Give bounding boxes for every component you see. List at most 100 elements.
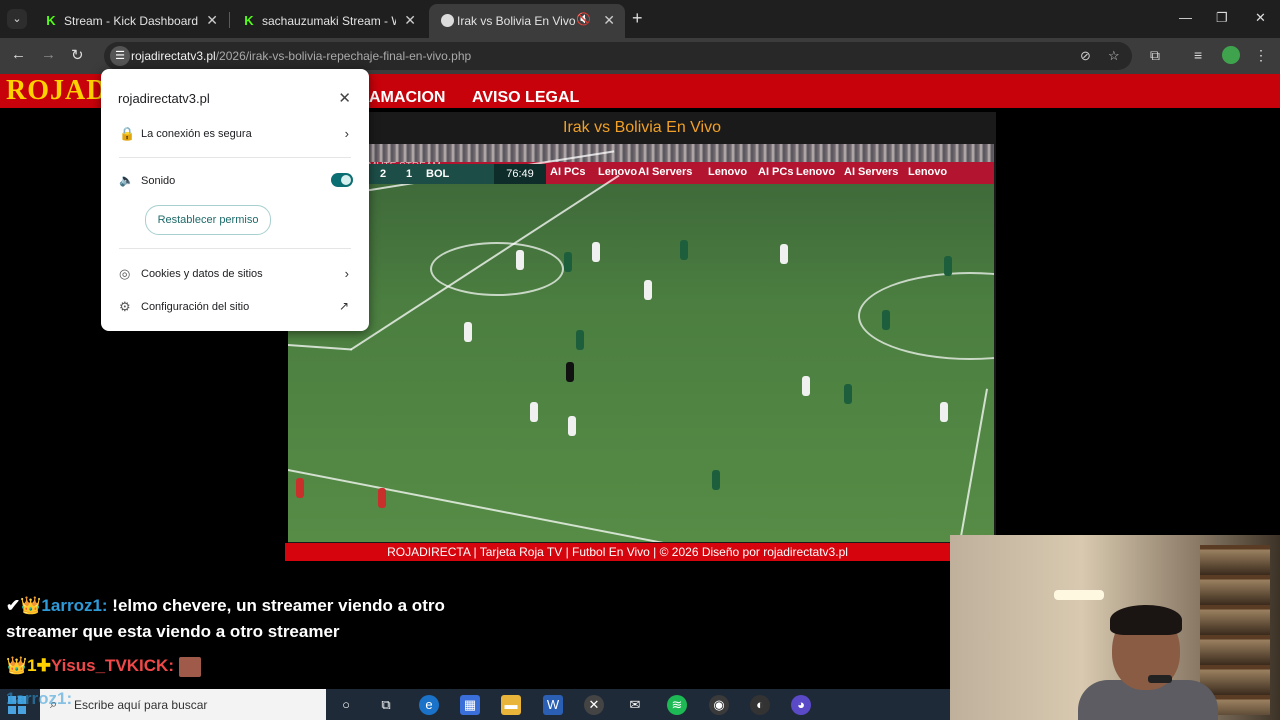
close-tab-icon[interactable]: ✕ (404, 12, 416, 29)
pitch-line (288, 469, 720, 542)
ceiling-light (1054, 590, 1104, 600)
nav-aviso-legal-link[interactable]: AVISO LEGAL (472, 89, 579, 107)
sound-toggle[interactable] (331, 173, 353, 187)
video-player[interactable]: AI PCs Lenovo AI Servers Lenovo AI PCs L… (288, 144, 994, 542)
player-figure (780, 244, 788, 264)
ad-text: Lenovo (796, 166, 836, 178)
connection-secure-item[interactable]: La conexión es segura (141, 128, 252, 140)
taskbar-search-box[interactable]: ⌕ Escribe aquí para buscar (40, 689, 326, 720)
kick-icon: K (244, 13, 254, 28)
pitch-line (288, 344, 352, 351)
ad-text: AI Servers (638, 166, 693, 178)
player-figure (566, 362, 574, 382)
forward-button[interactable]: → (41, 46, 56, 63)
ad-text: AI PCs (550, 166, 586, 178)
score-home: 2 (380, 168, 387, 180)
task-view-icon[interactable]: ⧉ (376, 695, 396, 715)
discord-icon[interactable]: ◕ (791, 695, 811, 715)
chrome-icon[interactable]: ◉ (709, 695, 729, 715)
tab-sachauzumaki-stream[interactable]: K sachauzumaki Stream - Watch I ✕ (230, 4, 426, 38)
ad-text: Lenovo (908, 166, 948, 178)
player-figure (592, 242, 600, 262)
player-figure (644, 280, 652, 300)
player-figure (516, 250, 524, 270)
close-tab-icon[interactable]: ✕ (206, 12, 218, 29)
spotify-icon[interactable]: ≋ (667, 695, 687, 715)
team-away: BOL (426, 168, 450, 180)
chat-username: Yisus_TVKICK: (50, 656, 174, 675)
tab-title: sachauzumaki Stream - Watch I (262, 14, 396, 28)
kick-icon: K (46, 13, 56, 28)
player-figure (564, 252, 572, 272)
player-figure (296, 478, 304, 498)
divider (119, 157, 351, 158)
muted-audio-icon[interactable]: 🔇 (576, 12, 591, 26)
reload-button[interactable]: ↻ (71, 46, 84, 64)
url-text[interactable]: rojadirectatv3.pl/2026/irak-vs-bolivia-r… (131, 49, 471, 63)
cookies-item[interactable]: Cookies y datos de sitios (141, 268, 263, 280)
chat-message: 👑1✚Yisus_TVKICK: (6, 656, 201, 677)
new-tab-button[interactable]: + (632, 8, 643, 29)
player-figure (464, 322, 472, 342)
close-icon[interactable]: ✕ (338, 89, 351, 107)
minimize-button[interactable]: — (1179, 10, 1192, 25)
tab-irak-vs-bolivia[interactable]: Irak vs Bolivia En Vivo | Rep 🔇 ✕ (429, 4, 625, 38)
sound-label: Sonido (141, 175, 176, 187)
media-controls-icon[interactable]: ≡ (1194, 47, 1202, 63)
tab-title: Stream - Kick Dashboard (64, 14, 199, 28)
xbox-icon[interactable]: ✕ (584, 695, 604, 715)
cookie-icon: ◎ (119, 266, 131, 281)
profile-avatar-icon[interactable] (1222, 46, 1240, 64)
site-info-popup: rojadirectatv3.pl ✕ 🔒 La conexión es seg… (101, 69, 369, 331)
player-figure (802, 376, 810, 396)
obs-icon[interactable]: ◐ (750, 695, 770, 715)
soccer-ball-icon (441, 14, 454, 27)
bookmark-star-icon[interactable]: ☆ (1108, 48, 1120, 64)
tab-search-icon[interactable]: ⌄ (7, 9, 27, 29)
lock-icon: 🔒 (119, 126, 136, 141)
speaker-icon: 🔈 (119, 173, 134, 187)
file-explorer-icon[interactable]: ▬ (501, 695, 521, 715)
cortana-icon[interactable]: ○ (336, 695, 356, 715)
close-tab-icon[interactable]: ✕ (603, 12, 615, 29)
divider (119, 248, 351, 249)
toggle-knob (341, 175, 351, 185)
player-figure (940, 402, 948, 422)
chevron-right-icon[interactable]: › (345, 126, 349, 141)
site-info-icon[interactable]: ☰ (110, 46, 130, 66)
player-figure (944, 256, 952, 276)
streamer-hair (1110, 605, 1182, 635)
extensions-icon[interactable]: ⧉ (1150, 47, 1160, 64)
back-button[interactable]: ← (11, 46, 26, 63)
chat-username: 1arroz1: (6, 689, 73, 708)
chat-text: streamer que esta viendo a otro streamer (6, 622, 340, 641)
address-bar[interactable]: ☰ rojadirectatv3.pl/2026/irak-vs-bolivia… (104, 42, 1132, 70)
edge-icon[interactable]: e (419, 695, 439, 715)
mail-icon[interactable]: ✉ (625, 695, 645, 715)
center-circle (858, 272, 994, 360)
word-icon[interactable]: W (543, 695, 563, 715)
url-path: /2026/irak-vs-bolivia-repechaje-final-en… (215, 49, 472, 63)
close-window-button[interactable]: ✕ (1255, 10, 1266, 26)
url-domain: rojadirectatv3.pl (131, 49, 216, 63)
scoreboard: 2 1 BOL (368, 164, 494, 184)
chat-message: ✔👑1arroz1: !elmo chevere, un streamer vi… (6, 596, 445, 616)
menu-icon[interactable]: ⋮ (1254, 47, 1268, 64)
tab-kick-dashboard[interactable]: K Stream - Kick Dashboard ✕ (32, 4, 228, 38)
reset-permission-button[interactable]: Restablecer permiso (145, 205, 271, 235)
popup-site-name: rojadirectatv3.pl (118, 91, 210, 106)
store-icon[interactable]: ▦ (460, 695, 480, 715)
site-settings-item[interactable]: Configuración del sitio (141, 301, 249, 313)
headset-mic (1148, 675, 1172, 683)
browser-tab-bar: ⌄ K Stream - Kick Dashboard ✕ K sachauzu… (0, 0, 1280, 38)
chevron-right-icon[interactable]: › (345, 266, 349, 281)
emote-icon (178, 656, 201, 677)
search-placeholder: Escribe aquí para buscar (74, 698, 208, 712)
score-away: 1 (406, 168, 413, 180)
restore-button[interactable]: ❐ (1216, 10, 1228, 26)
camera-blocked-icon[interactable]: ⊘ (1080, 48, 1091, 64)
nav-programacion-link[interactable]: AMACION (369, 89, 445, 107)
external-link-icon[interactable]: ↗ (339, 299, 349, 313)
player-figure (568, 416, 576, 436)
tab-title: Irak vs Bolivia En Vivo | Rep (457, 14, 579, 28)
